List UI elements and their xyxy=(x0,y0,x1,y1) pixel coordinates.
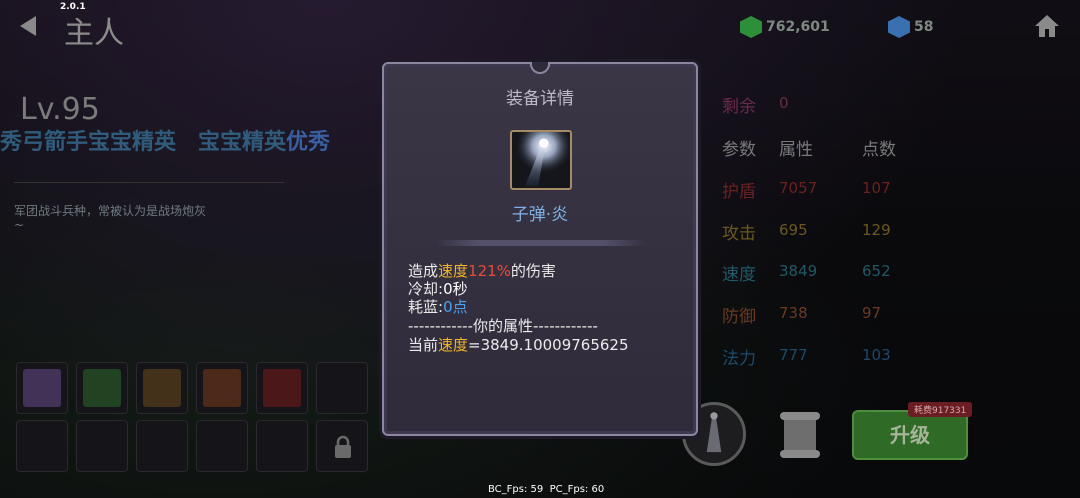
damage-prefix: 造成 xyxy=(408,262,439,280)
damage-suffix: 的伤害 xyxy=(510,262,556,280)
stat-speed-points: 652 xyxy=(862,262,891,280)
header-points: 点数 xyxy=(862,140,896,160)
hero-description-tail: ~ xyxy=(14,218,25,232)
equip-slot-6[interactable] xyxy=(316,362,368,414)
home-icon[interactable] xyxy=(1034,14,1060,38)
scroll-icon[interactable] xyxy=(776,410,824,460)
page-title: 主人 xyxy=(64,16,124,51)
remaining-value: 0 xyxy=(779,94,789,112)
cooldown-line: 冷却:0秒 xyxy=(408,280,468,298)
current-stat-line: 当前速度=3849.10009765625 xyxy=(408,336,629,354)
equip-slot-10[interactable] xyxy=(196,420,248,472)
mana-cost-line: 耗蓝:0点 xyxy=(408,298,468,316)
stat-shield-name: 护盾 xyxy=(722,182,756,202)
stat-shield-value: 7057 xyxy=(779,179,818,197)
dash-figures-icon xyxy=(263,369,301,407)
dialog-notch xyxy=(530,62,550,74)
stat-defense-name: 防御 xyxy=(722,307,756,327)
bc-fps: BC_Fps: 59 xyxy=(488,484,544,495)
header-attr: 属性 xyxy=(779,140,813,160)
equip-slot-5[interactable] xyxy=(256,362,308,414)
hero-rank-right: 宝宝精英 xyxy=(198,130,287,155)
equip-slot-11[interactable] xyxy=(256,420,308,472)
cooldown-label: 冷却: xyxy=(408,280,444,298)
current-prefix: 当前 xyxy=(408,336,439,354)
your-attributes-separator: ------------你的属性------------ xyxy=(408,317,598,335)
dialog-title: 装备详情 xyxy=(506,89,574,109)
mana-label: 耗蓝: xyxy=(408,298,444,316)
remaining-label: 剩余 xyxy=(722,97,756,117)
gem-resource: 58 xyxy=(888,16,933,38)
back-arrow-icon[interactable] xyxy=(20,16,36,36)
damage-line: 造成速度121%的伤害 xyxy=(408,262,556,280)
running-figure-icon xyxy=(203,369,241,407)
current-value: =3849.10009765625 xyxy=(468,336,629,354)
hero-rank-left: 秀弓箭手宝宝精英 xyxy=(0,130,177,155)
bullet-flame-icon xyxy=(512,132,570,188)
green-gem-icon xyxy=(740,16,762,38)
upgrade-cost-badge: 耗费917331 xyxy=(908,402,973,417)
gold-resource: 762,601 xyxy=(740,16,830,38)
stat-speed-name: 速度 xyxy=(722,265,756,285)
header-param: 参数 xyxy=(722,140,756,160)
divider xyxy=(14,182,284,183)
stat-mana-value: 777 xyxy=(779,346,808,364)
stat-defense-points: 97 xyxy=(862,304,882,322)
equip-slot-1[interactable] xyxy=(16,362,68,414)
cauldron-icon xyxy=(23,369,61,407)
hero-rank-highlight: 优秀 xyxy=(286,130,331,155)
equip-slot-locked[interactable] xyxy=(316,420,368,472)
pc-fps: PC_Fps: 60 xyxy=(549,484,605,495)
item-icon-frame xyxy=(510,130,572,190)
equip-slot-2[interactable] xyxy=(76,362,128,414)
mana-value: 0点 xyxy=(443,298,468,316)
stat-defense-value: 738 xyxy=(779,304,808,322)
stat-attack-name: 攻击 xyxy=(722,224,756,244)
hero-rank-line: 秀弓箭手宝宝精英 宝宝精英优秀 xyxy=(0,124,330,156)
equip-slot-8[interactable] xyxy=(76,420,128,472)
item-name: 子弹·炎 xyxy=(511,205,569,225)
stat-shield-points: 107 xyxy=(862,179,891,197)
stat-mana-name: 法力 xyxy=(722,349,756,369)
fps-readout: BC_Fps: 59 PC_Fps: 60 xyxy=(488,484,604,495)
equip-slot-4[interactable] xyxy=(196,362,248,414)
equip-slot-3[interactable] xyxy=(136,362,188,414)
stat-speed-value: 3849 xyxy=(779,262,818,280)
stat-attack-value: 695 xyxy=(779,221,808,239)
equipment-detail-dialog[interactable]: 装备详情 子弹·炎 造成速度121%的伤害 冷却:0秒 耗蓝:0点 ------… xyxy=(382,62,698,436)
cooldown-value: 0秒 xyxy=(443,280,468,298)
gem-amount: 58 xyxy=(914,19,934,35)
dialog-divider xyxy=(436,240,646,246)
lock-icon xyxy=(335,435,351,458)
damage-percent: 121% xyxy=(468,262,511,280)
stat-attack-points: 129 xyxy=(862,221,891,239)
current-stat: 速度 xyxy=(438,336,469,354)
hero-description: 军团战斗兵种，常被认为是战场炮灰 xyxy=(14,204,207,218)
upgrade-button[interactable]: 升级 xyxy=(852,410,968,460)
gold-amount: 762,601 xyxy=(766,19,830,35)
spark-burst-icon xyxy=(143,369,181,407)
damage-stat: 速度 xyxy=(438,262,469,280)
equip-slot-7[interactable] xyxy=(16,420,68,472)
heal-plus-icon xyxy=(83,369,121,407)
equip-slot-9[interactable] xyxy=(136,420,188,472)
stat-mana-points: 103 xyxy=(862,346,891,364)
blue-gem-icon xyxy=(888,16,910,38)
hero-level: Lv.95 xyxy=(20,92,100,127)
